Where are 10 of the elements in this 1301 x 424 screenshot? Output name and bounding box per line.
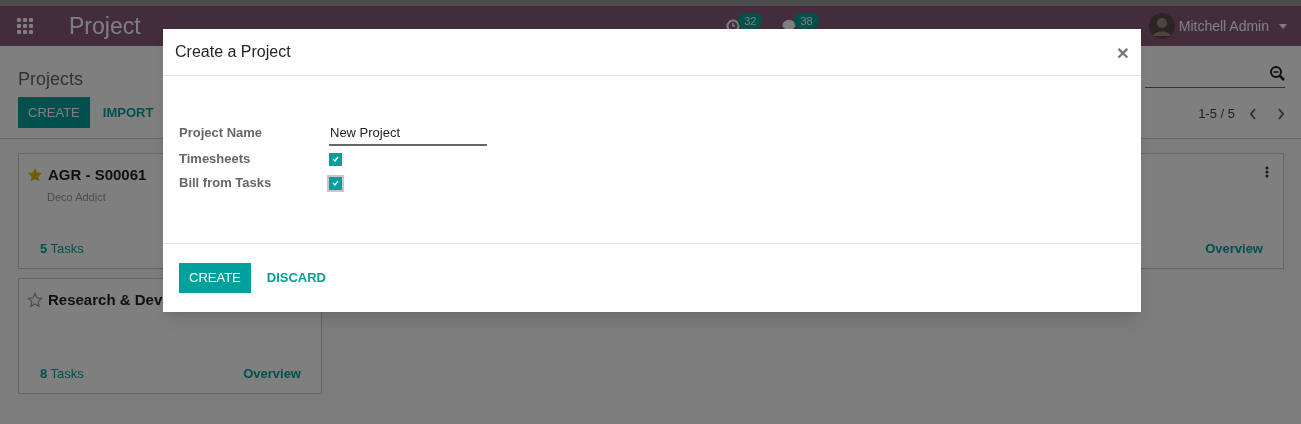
notification-badge: 32 <box>738 13 763 29</box>
project-title: Research & Dev <box>48 290 163 310</box>
field-label: Project Name <box>179 124 264 143</box>
app-name: Project <box>69 14 141 38</box>
project-title: AGR - S00061 <box>48 165 147 185</box>
field-label: Bill from Tasks <box>179 174 273 193</box>
pager-value: 1-5 / 5 <box>1198 105 1235 123</box>
dialog-title: Create a Project <box>175 42 291 62</box>
field-label: Timesheets <box>179 150 252 169</box>
notification-badge: 38 <box>794 13 819 29</box>
